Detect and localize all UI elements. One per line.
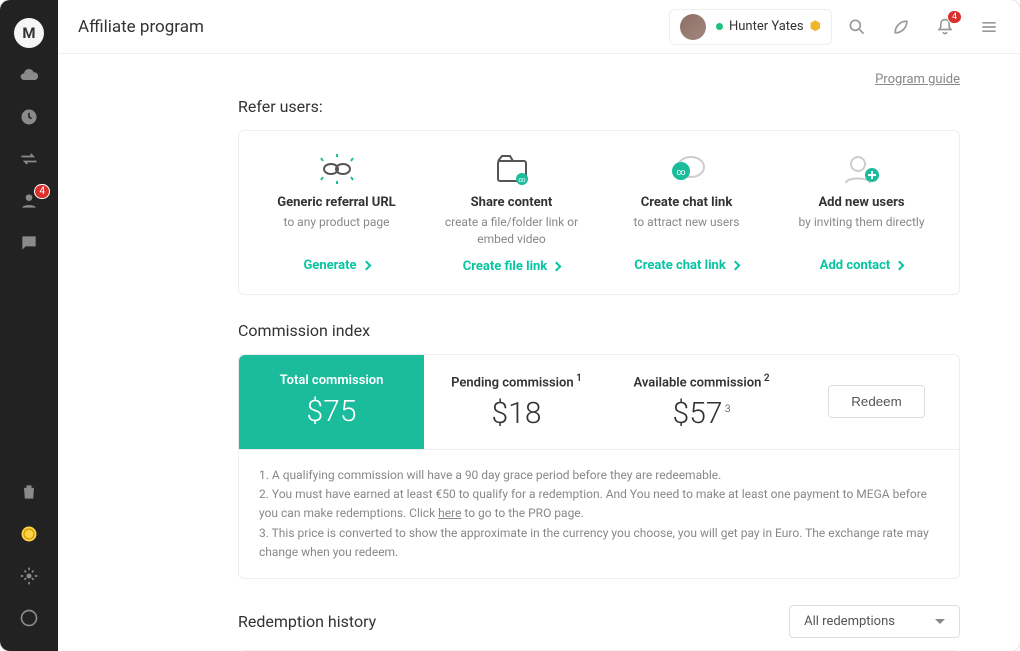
refer-title-2: Create chat link — [609, 195, 764, 210]
notifications-button[interactable]: 4 — [926, 8, 964, 46]
commission-card: Total commission $75 Pending commission … — [238, 354, 960, 579]
create-chat-link-button[interactable]: Create chat link — [634, 258, 739, 273]
clock-icon — [19, 107, 39, 127]
refer-card: Generic referral URL to any product page… — [238, 130, 960, 295]
sidebar-contacts[interactable]: 4 — [0, 180, 58, 222]
refer-sub-3: by inviting them directly — [784, 214, 939, 248]
page-title: Affiliate program — [78, 17, 204, 37]
refer-title-3: Add new users — [784, 195, 939, 210]
sidebar-transfer[interactable] — [0, 138, 58, 180]
commission-notes: 1. A qualifying commission will have a 9… — [239, 449, 959, 578]
history-filter-select[interactable]: All redemptions — [789, 605, 960, 638]
sidebar-help[interactable] — [0, 597, 58, 639]
program-guide-link[interactable]: Program guide — [875, 72, 960, 87]
user-name: Hunter Yates — [729, 19, 804, 34]
sidebar-cloud[interactable] — [0, 54, 58, 96]
chevron-right-icon — [361, 261, 371, 271]
create-file-link-button[interactable]: Create file link — [463, 259, 561, 274]
hamburger-icon — [979, 17, 999, 37]
search-icon — [847, 17, 867, 37]
cloud-icon — [19, 65, 39, 85]
circle-icon — [19, 608, 39, 628]
chevron-right-icon — [895, 261, 905, 271]
topbar: Affiliate program Hunter Yates ⬢ 4 — [58, 0, 1020, 54]
gear-icon — [19, 566, 39, 586]
redeem-button[interactable]: Redeem — [828, 385, 924, 418]
generate-button[interactable]: Generate — [303, 258, 369, 273]
refer-title-0: Generic referral URL — [259, 195, 414, 210]
total-commission-tile: Total commission $75 — [239, 355, 424, 449]
shield-icon: ⬢ — [810, 19, 821, 34]
chevron-right-icon — [730, 261, 740, 271]
menu-button[interactable] — [970, 8, 1008, 46]
refer-title-1: Share content — [434, 195, 589, 210]
refer-heading: Refer users: — [238, 97, 960, 116]
sidebar-affiliate[interactable] — [0, 513, 58, 555]
refer-sub-0: to any product page — [259, 214, 414, 248]
chevron-down-icon — [935, 619, 945, 624]
pending-commission-tile: Pending commission 1 $18 — [424, 355, 609, 449]
add-user-icon — [842, 153, 882, 185]
available-commission-tile: Available commission 2 $57 3 — [609, 355, 794, 449]
folder-icon: ∞ — [494, 153, 530, 185]
rocket-icon — [891, 17, 911, 37]
rocket-button[interactable] — [882, 8, 920, 46]
link-icon — [317, 153, 357, 185]
trash-icon — [19, 482, 39, 502]
avatar — [680, 14, 706, 40]
refer-sub-1: create a file/folder link or embed video — [434, 214, 589, 249]
history-heading: Redemption history — [238, 612, 376, 631]
refer-sub-2: to attract new users — [609, 214, 764, 248]
search-button[interactable] — [838, 8, 876, 46]
app-sidebar: M 4 — [0, 0, 58, 651]
contacts-badge: 4 — [34, 184, 50, 199]
sidebar-chat[interactable] — [0, 222, 58, 264]
pro-page-link[interactable]: here — [438, 506, 461, 520]
chat-bubble-icon: ∞ — [667, 153, 707, 185]
chevron-right-icon — [552, 261, 562, 271]
arrows-lr-icon — [19, 149, 39, 169]
user-menu[interactable]: Hunter Yates ⬢ — [669, 9, 832, 45]
sidebar-trash[interactable] — [0, 471, 58, 513]
svg-text:∞: ∞ — [676, 168, 685, 178]
status-dot-icon — [716, 23, 723, 30]
svg-text:∞: ∞ — [518, 176, 525, 184]
commission-heading: Commission index — [238, 321, 960, 340]
chat-icon — [19, 233, 39, 253]
sidebar-settings[interactable] — [0, 555, 58, 597]
notif-badge: 4 — [947, 10, 962, 24]
coin-icon — [19, 524, 39, 544]
sidebar-clock[interactable] — [0, 96, 58, 138]
sidebar-logo[interactable]: M — [0, 12, 58, 54]
add-contact-button[interactable]: Add contact — [820, 258, 904, 273]
